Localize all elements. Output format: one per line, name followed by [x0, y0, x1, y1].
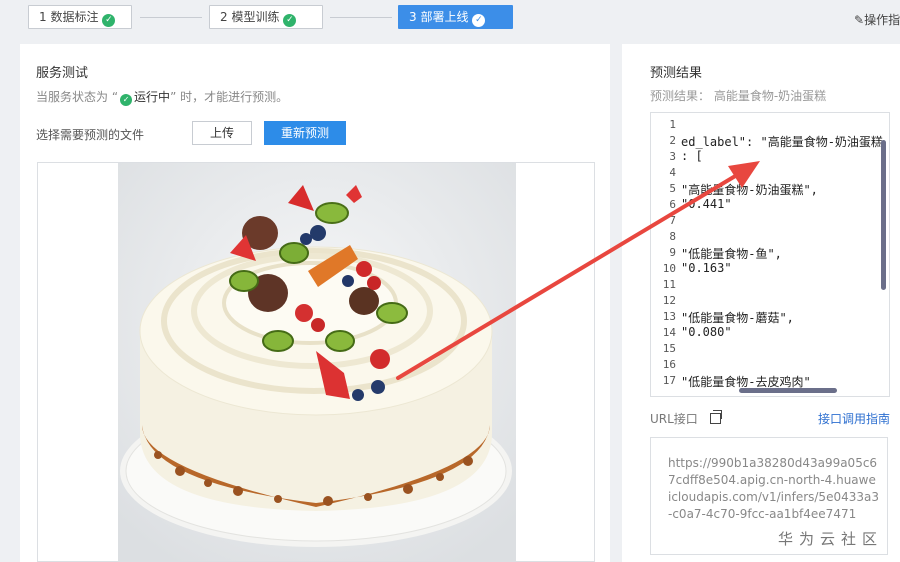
code-line: ed_label": "高能量食物-奶油蛋糕 — [681, 135, 883, 149]
line-number: 12 — [662, 294, 676, 307]
line-number: 17 — [662, 374, 676, 387]
line-number: 3 — [669, 150, 676, 163]
hint-prefix: 当服务状态为 “ — [36, 90, 119, 104]
step-label: 1 数据标注 — [39, 10, 99, 24]
cake-illustration — [118, 163, 516, 561]
code-line: "低能量食物-蘑菇", — [681, 311, 794, 325]
stepper: 1 数据标注 ✓ 2 模型训练 ✓ 3 部署上线 ✓ ✎操作指 — [0, 0, 900, 44]
url-interface-label: URL接口 — [650, 412, 698, 426]
line-number: 5 — [669, 182, 676, 195]
line-number: 7 — [669, 214, 676, 227]
step-label: 3 部署上线 — [409, 10, 469, 24]
line-number: 16 — [662, 358, 676, 371]
line-number: 11 — [662, 278, 676, 291]
step-model-training[interactable]: 2 模型训练 ✓ — [209, 5, 323, 29]
result-summary: 预测结果： 高能量食物-奶油蛋糕 — [650, 89, 827, 103]
watermark: 华为云社区 — [778, 530, 884, 548]
horizontal-scrollbar[interactable] — [739, 388, 837, 393]
prediction-result-panel: 预测结果 预测结果： 高能量食物-奶油蛋糕 1 2 3 4 5 6 7 8 9 … — [622, 44, 900, 562]
cake-photo — [118, 163, 516, 561]
upload-button[interactable]: 上传 — [192, 121, 252, 145]
line-number: 15 — [662, 342, 676, 355]
code-line: "0.080" — [681, 325, 732, 339]
line-number: 13 — [662, 310, 676, 323]
line-number: 1 — [669, 118, 676, 131]
line-number: 4 — [669, 166, 676, 179]
api-guide-link[interactable]: 接口调用指南 — [818, 410, 890, 427]
line-number: 10 — [662, 262, 676, 275]
section-title: 服务测试 — [36, 66, 89, 81]
vertical-scrollbar[interactable] — [881, 140, 886, 290]
operation-guide-link[interactable]: ✎操作指 — [854, 11, 900, 28]
hint-suffix: ” 时，才能进行预测。 — [170, 90, 289, 104]
line-number: 6 — [669, 198, 676, 211]
edit-icon: ✎ — [854, 13, 865, 27]
check-circle-icon: ✓ — [283, 14, 297, 27]
status-hint: 当服务状态为 “✓ 运行中” 时，才能进行预测。 — [36, 88, 288, 106]
image-preview — [37, 162, 595, 562]
json-result-viewer[interactable]: 1 2 3 4 5 6 7 8 9 10 11 12 13 14 15 16 1… — [650, 112, 890, 397]
code-line: "低能量食物-鱼", — [681, 247, 782, 261]
step-label: 2 模型训练 — [220, 10, 280, 24]
code-line: "0.441" — [681, 197, 732, 211]
code-line: "高能量食物-奶油蛋糕", — [681, 183, 818, 197]
check-circle-icon: ✓ — [102, 14, 116, 27]
step-connector — [330, 17, 392, 18]
step-deploy[interactable]: 3 部署上线 ✓ — [398, 5, 513, 29]
service-test-panel: 服务测试 当服务状态为 “✓ 运行中” 时，才能进行预测。 选择需要预测的文件 上… — [20, 44, 610, 562]
step-data-labeling[interactable]: 1 数据标注 ✓ — [28, 5, 132, 29]
result-title: 预测结果 — [650, 66, 703, 81]
guide-label: 操作指 — [864, 13, 900, 27]
step-connector — [140, 17, 202, 18]
line-number: 14 — [662, 326, 676, 339]
copy-icon[interactable] — [710, 410, 722, 424]
check-circle-icon: ✓ — [472, 14, 486, 27]
line-number-gutter: 1 2 3 4 5 6 7 8 9 10 11 12 13 14 15 16 1… — [651, 113, 678, 396]
hint-status: 运行中 — [134, 90, 171, 104]
code-line: : [ — [681, 149, 703, 163]
line-number: 2 — [669, 134, 676, 147]
file-select-label: 选择需要预测的文件 — [36, 128, 145, 142]
code-line: "0.163" — [681, 261, 732, 275]
check-circle-icon: ✓ — [120, 94, 133, 106]
line-number: 8 — [669, 230, 676, 243]
repredict-button[interactable]: 重新预测 — [264, 121, 346, 145]
line-number: 9 — [669, 246, 676, 259]
